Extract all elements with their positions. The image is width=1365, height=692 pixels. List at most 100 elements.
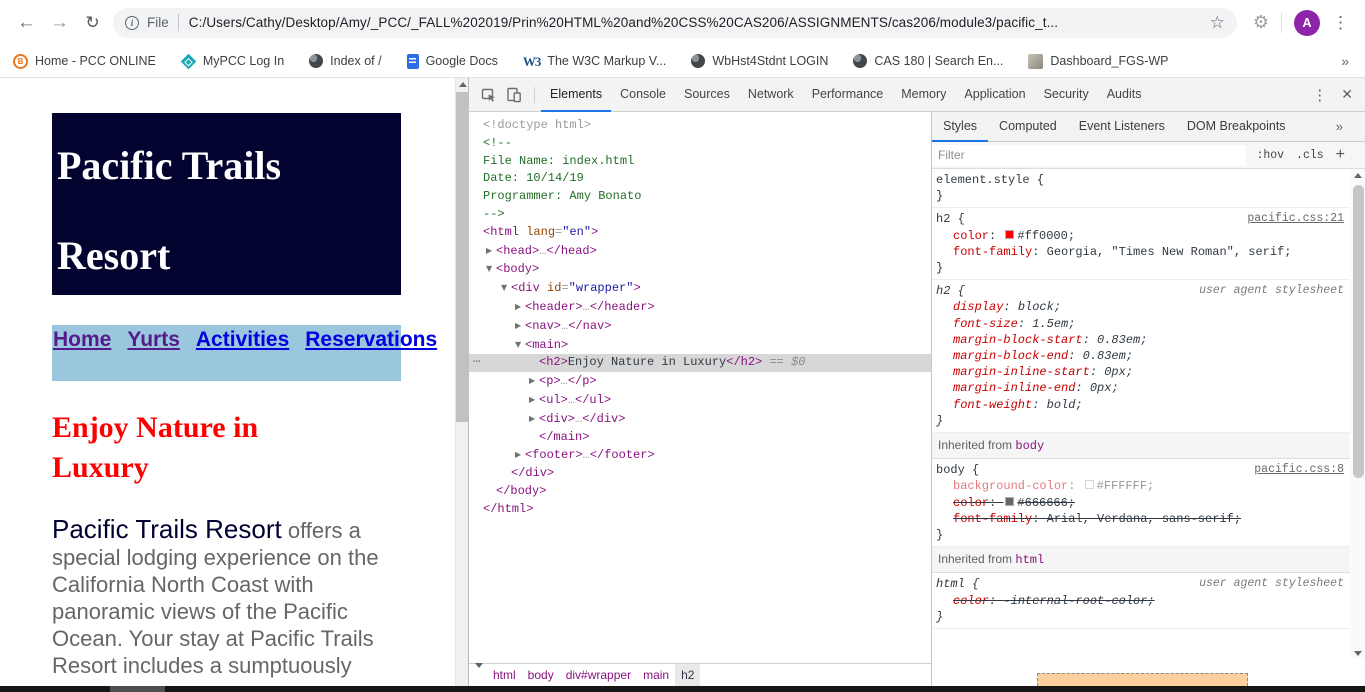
css-property[interactable]: font-family: Arial, Verdana, sans-serif; <box>936 511 1348 527</box>
dom-node-selected[interactable]: ⋯ <h2>Enjoy Nature in Luxury</h2> == $0 <box>469 354 931 373</box>
reload-button[interactable]: ↻ <box>76 13 109 33</box>
forward-button[interactable]: → <box>43 12 76 34</box>
expand-arrow-icon[interactable]: ▶ <box>486 242 496 260</box>
page-nav-link-reservations[interactable]: Reservations <box>305 328 437 351</box>
inherited-node-link[interactable]: html <box>1015 553 1044 567</box>
css-property[interactable]: margin-block-end: 0.83em; <box>936 348 1348 364</box>
styles-scrollbar-thumb[interactable] <box>1352 185 1364 479</box>
expand-arrow-icon[interactable]: ▶ <box>515 317 525 335</box>
bookmark-item[interactable]: WbHst4Stdnt LOGIN <box>691 54 828 68</box>
css-selector[interactable]: h2 <box>936 284 950 298</box>
collapse-arrow-icon[interactable]: ▼ <box>501 279 511 297</box>
css-property[interactable]: color: #ff0000; <box>936 228 1348 244</box>
sidebar-overflow-icon[interactable]: » <box>1336 119 1343 134</box>
devtools-tab-elements[interactable]: Elements <box>541 78 612 112</box>
expand-arrow-icon[interactable]: ▶ <box>515 446 525 464</box>
dom-node[interactable]: <html lang="en"> <box>469 224 931 242</box>
breadcrumb-overflow-icon[interactable] <box>475 663 483 682</box>
dom-node[interactable]: ▼ <main> <box>469 336 931 355</box>
bookmark-item[interactable]: Google Docs <box>406 53 498 69</box>
breadcrumb-div-wrapper[interactable]: div#wrapper <box>560 664 637 686</box>
dom-node[interactable]: ▶ <ul>…</ul> <box>469 391 931 410</box>
sidebar-tab-event-listeners[interactable]: Event Listeners <box>1068 112 1176 142</box>
sidebar-tab-dom-breakpoints[interactable]: DOM Breakpoints <box>1176 112 1297 142</box>
styles-filter-input[interactable] <box>932 144 1247 166</box>
dom-node[interactable]: ▶ <nav>…</nav> <box>469 317 931 336</box>
css-property[interactable]: margin-block-start: 0.83em; <box>936 332 1348 348</box>
styles-scrollbar[interactable] <box>1351 169 1365 658</box>
bookmarks-overflow-icon[interactable]: » <box>1341 53 1349 69</box>
devtools-tab-network[interactable]: Network <box>739 78 803 112</box>
bookmark-item[interactable]: Dashboard_FGS-WP <box>1028 53 1169 69</box>
color-swatch[interactable] <box>1084 480 1094 490</box>
dom-node[interactable]: ▶ <p>…</p> <box>469 372 931 391</box>
bookmark-item[interactable]: CAS 180 | Search En... <box>853 54 1003 68</box>
breadcrumb-body[interactable]: body <box>522 664 560 686</box>
expand-arrow-icon[interactable]: ▶ <box>529 410 539 428</box>
color-swatch[interactable] <box>1005 229 1015 239</box>
page-nav-link-yurts[interactable]: Yurts <box>127 328 180 351</box>
css-selector[interactable]: html <box>936 577 965 591</box>
collapse-arrow-icon[interactable]: ▼ <box>515 336 525 354</box>
bookmark-item[interactable]: B Home - PCC ONLINE <box>13 53 156 69</box>
dom-node[interactable]: <!-- <box>469 135 931 153</box>
dom-node[interactable]: ▶ <footer>…</footer> <box>469 446 931 465</box>
toggle-pseudo-state-button[interactable]: :hov <box>1256 149 1284 162</box>
page-nav-link-home[interactable]: Home <box>53 328 111 351</box>
devtools-close-icon[interactable]: ✕ <box>1337 86 1365 103</box>
inspect-element-icon[interactable] <box>478 84 500 106</box>
dom-node[interactable]: Date: 10/14/19 <box>469 170 931 188</box>
page-scrollbar-thumb[interactable] <box>456 92 469 422</box>
browser-menu-icon[interactable]: ⋮ <box>1332 13 1349 33</box>
devtools-tab-performance[interactable]: Performance <box>803 78 893 112</box>
devtools-menu-icon[interactable]: ⋮ <box>1302 86 1337 104</box>
devtools-tab-memory[interactable]: Memory <box>892 78 955 112</box>
expand-arrow-icon[interactable]: ▶ <box>529 391 539 409</box>
address-bar[interactable]: i File C:/Users/Cathy/Desktop/Amy/_PCC/_… <box>113 7 1237 38</box>
inherited-node-link[interactable]: body <box>1015 439 1044 453</box>
sidebar-tab-computed[interactable]: Computed <box>988 112 1068 142</box>
scroll-up-icon[interactable] <box>458 82 467 87</box>
scroll-up-icon[interactable] <box>1354 173 1362 178</box>
back-button[interactable]: ← <box>10 12 43 34</box>
url-text[interactable]: C:/Users/Cathy/Desktop/Amy/_PCC/_FALL%20… <box>189 15 1200 30</box>
css-property[interactable]: display: block; <box>936 299 1348 315</box>
bookmark-star-icon[interactable]: ☆ <box>1210 13 1225 33</box>
dom-node[interactable]: --> <box>469 206 931 224</box>
dom-node[interactable]: ▶ <header>…</header> <box>469 298 931 317</box>
bookmark-item[interactable]: MyPCC Log In <box>180 53 284 69</box>
css-selector[interactable]: body <box>936 463 965 477</box>
css-property[interactable]: color: #666666; <box>936 495 1348 511</box>
dom-node[interactable]: <!doctype html> <box>469 117 931 135</box>
css-selector[interactable]: element.style <box>936 173 1030 187</box>
bookmark-item[interactable]: Index of / <box>309 54 382 68</box>
device-toolbar-icon[interactable] <box>503 84 525 106</box>
devtools-tab-application[interactable]: Application <box>955 78 1034 112</box>
bookmark-item[interactable]: W3 The W3C Markup V... <box>523 54 667 69</box>
new-style-rule-button[interactable]: + <box>1336 146 1345 164</box>
expand-arrow-icon[interactable]: ▶ <box>515 298 525 316</box>
css-property[interactable]: background-color: #FFFFFF; <box>936 478 1348 494</box>
breadcrumb-h2[interactable]: h2 <box>675 664 701 686</box>
stylesheet-source-link[interactable]: pacific.css:8 <box>1254 462 1344 478</box>
css-property[interactable]: margin-inline-end: 0px; <box>936 380 1348 396</box>
css-property[interactable]: font-family: Georgia, "Times New Roman",… <box>936 244 1348 260</box>
css-property[interactable]: margin-inline-start: 0px; <box>936 364 1348 380</box>
collapse-arrow-icon[interactable]: ▼ <box>486 260 496 278</box>
sidebar-tab-styles[interactable]: Styles <box>932 112 989 142</box>
breadcrumb-html[interactable]: html <box>487 664 522 686</box>
page-info-icon[interactable]: i <box>125 15 139 30</box>
css-property[interactable]: font-weight: bold; <box>936 397 1348 413</box>
css-selector[interactable]: h2 <box>936 212 950 226</box>
dom-node[interactable]: </div> <box>469 465 931 483</box>
dom-node[interactable]: Programmer: Amy Bonato <box>469 188 931 206</box>
devtools-tab-security[interactable]: Security <box>1035 78 1098 112</box>
dom-node[interactable]: </html> <box>469 501 931 519</box>
dom-node[interactable]: </body> <box>469 483 931 501</box>
breadcrumb-main[interactable]: main <box>637 664 675 686</box>
expand-arrow-icon[interactable]: ▶ <box>529 372 539 390</box>
extensions-icon[interactable]: ⚙ <box>1253 12 1269 33</box>
dom-node[interactable]: ▶ <head>…</head> <box>469 242 931 261</box>
page-scrollbar[interactable] <box>455 78 469 686</box>
color-swatch[interactable] <box>1005 496 1015 506</box>
